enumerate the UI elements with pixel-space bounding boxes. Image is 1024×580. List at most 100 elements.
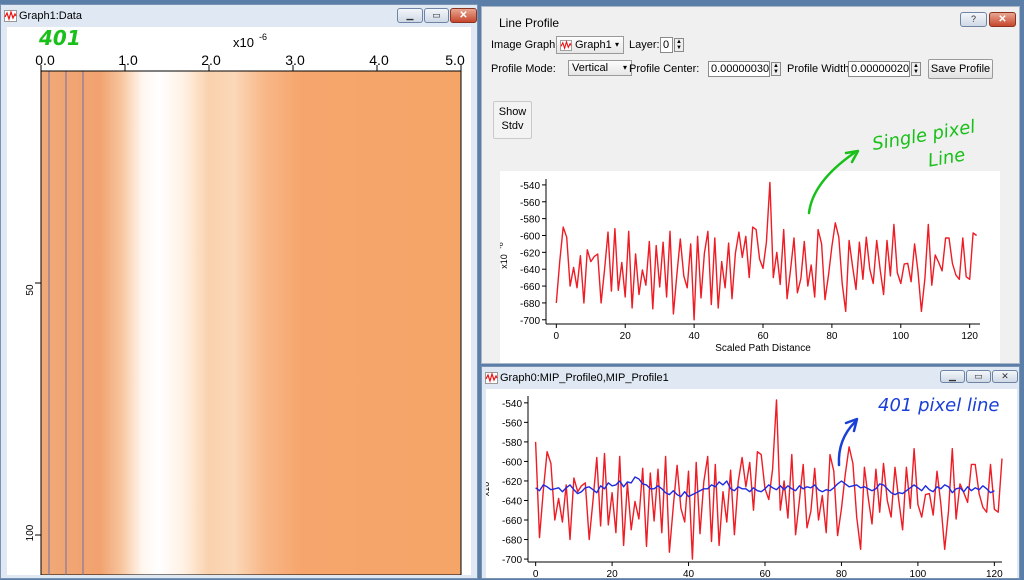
profile-mode-label: Profile Mode: [491, 63, 556, 75]
top-tick-label: 3.0 [285, 52, 305, 68]
handwritten-401-note: 401 [39, 27, 81, 50]
y-tick-label: -700 [520, 316, 540, 327]
top-tick-label: 2.0 [201, 52, 221, 68]
x-tick-label: 100 [892, 331, 909, 342]
maximize-button[interactable]: ▭ [966, 370, 991, 383]
profile-center-label: Profile Center: [629, 63, 700, 75]
y-tick-label: -700 [502, 555, 522, 566]
y-tick-label: -600 [520, 231, 540, 242]
profile-width-label: Profile Width: [787, 63, 853, 75]
graph1-title: Graph1:Data [19, 10, 82, 22]
single-pixel-profile-chart[interactable]: -540 -560 -580 -600 -620 -640 -660 -680 -700 0 20 4… [500, 171, 1000, 363]
graph0-titlebar[interactable]: Graph0:MIP_Profile0,MIP_Profile1 ▁ ▭ ✕ [482, 367, 1019, 389]
x-tick-label: 20 [607, 569, 619, 578]
close-icon: ✕ [998, 14, 1007, 25]
panel-title: Line Profile [499, 16, 560, 30]
pixel-line-annotation: 401 pixel line [878, 395, 1000, 416]
stepper-down-icon: ▼ [676, 45, 682, 51]
stepper-down-icon: ▼ [913, 69, 919, 75]
image-graph-label: Image Graph: [491, 39, 559, 51]
close-button[interactable]: ✕ [992, 370, 1018, 383]
axis-exponent-power: -6 [259, 32, 267, 42]
profile-mode-dropdown[interactable]: Vertical ▾ [568, 60, 632, 76]
x-tick-label: 0 [533, 569, 539, 578]
image-data [41, 71, 461, 575]
chevron-down-icon: ▾ [614, 40, 619, 49]
show-stdv-button[interactable]: Show Stdv [493, 101, 532, 139]
help-icon: ? [970, 14, 976, 24]
left-tick-label: 50 [25, 284, 36, 296]
x-axis-label: Scaled Path Distance [715, 343, 811, 354]
left-axis: 50 100 [25, 71, 42, 575]
y-tick-label: -680 [520, 299, 540, 310]
close-icon: ✕ [459, 10, 468, 21]
profile-center-stepper[interactable]: ▲ ▼ [771, 62, 781, 76]
graph-app-icon [4, 10, 17, 22]
layer-stepper[interactable]: ▲ ▼ [674, 38, 684, 52]
profile-width-stepper[interactable]: ▲ ▼ [911, 62, 921, 76]
mip-profile-chart[interactable]: -540-560-580-600-620-640-660-680-7000 20 4… [486, 389, 1017, 578]
x-tick-label: 80 [836, 569, 848, 578]
x-tick-label: 120 [961, 331, 978, 342]
save-profile-button[interactable]: Save Profile [928, 59, 993, 79]
show-stdv-line2: Stdv [501, 120, 524, 132]
minimize-icon: ▁ [406, 10, 414, 20]
x-tick-label: 40 [689, 331, 701, 342]
help-button[interactable]: ? [960, 12, 987, 27]
layer-field[interactable]: 0 [660, 37, 673, 53]
y-axis-label: x10 [500, 254, 509, 269]
y-tick-label: -660 [520, 282, 540, 293]
x-tick-label: 0 [554, 331, 560, 342]
y-tick-label: -540 [502, 399, 522, 410]
close-button[interactable]: ✕ [450, 8, 477, 23]
minimize-icon: ▁ [949, 371, 956, 381]
y-tick-label: -600 [502, 457, 522, 468]
y-tick-label: -580 [520, 215, 540, 226]
y-tick-label: -560 [520, 198, 540, 209]
y-tick-label: -560 [502, 418, 522, 429]
top-tick-label: 5.0 [445, 52, 465, 68]
profile-mode-value: Vertical [572, 62, 609, 74]
minimize-button[interactable]: ▁ [940, 370, 965, 383]
minimize-button[interactable]: ▁ [397, 8, 423, 23]
y-tick-label: -660 [502, 516, 522, 527]
top-tick-label: 0.0 [35, 52, 55, 68]
graph0-title: Graph0:MIP_Profile0,MIP_Profile1 [500, 372, 669, 384]
graph1-plot-area[interactable]: 0.0 1.0 2.0 3.0 4.0 5.0 x10 -6 50 100 40… [7, 27, 471, 575]
graph0-window: Graph0:MIP_Profile0,MIP_Profile1 ▁ ▭ ✕ -… [481, 366, 1020, 579]
graph0-plot-area[interactable]: -540 -560 -580 -600 -620 -640 -660 -680 -700 0 20 4… [486, 389, 1017, 578]
stepper-down-icon: ▼ [773, 69, 779, 75]
y-tick-label: -580 [502, 438, 522, 449]
graph1-window: Graph1:Data ▁ ▭ ✕ 0.0 1.0 2.0 3.0 4.0 5.… [0, 4, 478, 579]
panel-close-button[interactable]: ✕ [989, 12, 1016, 27]
image-graph-value: Graph1 [575, 39, 612, 51]
graph1-titlebar[interactable]: Graph1:Data ▁ ▭ ✕ [1, 5, 477, 27]
profile-center-field[interactable]: 0.000000300 [708, 61, 770, 77]
image-plot[interactable]: 0.0 1.0 2.0 3.0 4.0 5.0 x10 -6 50 100 [7, 27, 471, 575]
x-tick-label: 20 [620, 331, 632, 342]
x-tick-label: 120 [986, 569, 1003, 578]
restore-icon: ▭ [432, 10, 441, 20]
y-axis-label-power: -6 [486, 470, 487, 476]
graph-app-icon [560, 40, 572, 51]
y-tick-label: -620 [520, 248, 540, 259]
maximize-button[interactable]: ▭ [424, 8, 449, 23]
top-axis: 0.0 1.0 2.0 3.0 4.0 5.0 x10 -6 [35, 32, 465, 72]
x-tick-label: 100 [910, 569, 927, 578]
top-tick-label: 1.0 [118, 52, 138, 68]
graph-app-icon [485, 372, 498, 384]
axis-exponent: x10 [233, 35, 254, 50]
profile-width-field[interactable]: 0.000000200 [848, 61, 910, 77]
line-profile-panel: Line Profile ? ✕ Image Graph: Graph1 ▾ L… [481, 6, 1020, 364]
layer-label: Layer: [629, 39, 660, 51]
profile-chart-area[interactable]: -540 -560 -580 -600 -620 -640 -660 -680 -700 0 20 4… [500, 171, 1000, 363]
x-tick-label: 60 [759, 569, 771, 578]
x-tick-label: 40 [683, 569, 695, 578]
profile-series-0-line [555, 181, 978, 321]
y-tick-label: -540 [520, 181, 540, 192]
y-tick-label: -640 [520, 265, 540, 276]
close-icon: ✕ [1001, 371, 1009, 381]
restore-icon: ▭ [974, 371, 983, 381]
image-graph-dropdown[interactable]: Graph1 ▾ [556, 36, 624, 54]
show-stdv-line1: Show [498, 106, 527, 118]
